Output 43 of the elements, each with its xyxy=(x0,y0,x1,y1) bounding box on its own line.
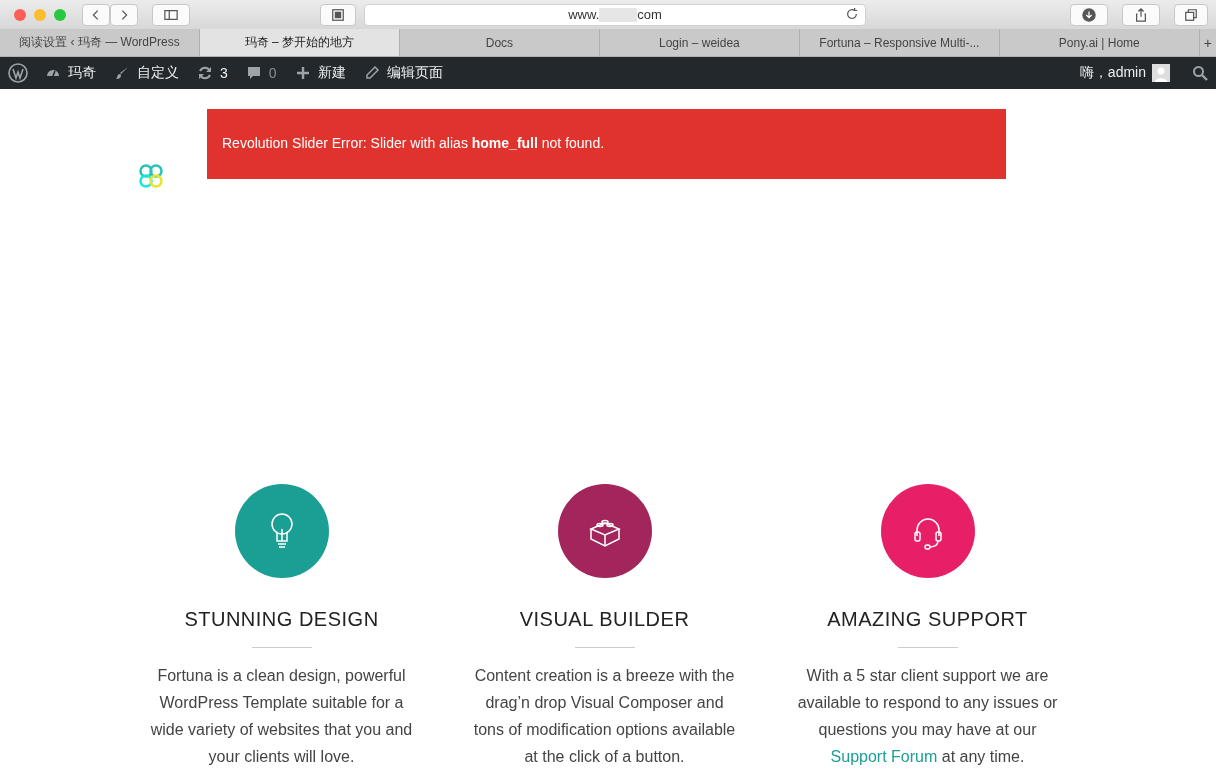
square-icon[interactable] xyxy=(331,7,345,22)
download-icon[interactable] xyxy=(1082,7,1096,22)
greeting-link[interactable]: 嗨，admin xyxy=(1079,64,1146,82)
feature-title: STUNNING DESIGN xyxy=(184,608,379,631)
search-icon[interactable] xyxy=(1192,65,1208,81)
feature-description: With a 5 star client support we are available to respond to any issues or questions you may have at our Support Forum at any time. xyxy=(796,666,1059,767)
sidebar-button[interactable] xyxy=(152,3,190,26)
share-icon[interactable] xyxy=(1134,7,1148,22)
sidebar-icon[interactable] xyxy=(163,7,179,22)
admin-bar-link[interactable]: 新建 xyxy=(317,64,346,82)
admin-bar-link[interactable]: 自定义 xyxy=(137,64,179,82)
reload-icon[interactable] xyxy=(845,6,859,21)
address-field[interactable]: www. com xyxy=(364,3,866,26)
browser-tab[interactable]: Docs xyxy=(399,29,600,56)
feature-description: Content creation is a breeze with the drag’n drop Visual Composer and tons of modification options available at the click of a button. xyxy=(472,666,737,767)
admin-bar-link[interactable]: 玛奇 xyxy=(68,64,96,82)
comment-icon[interactable] xyxy=(245,65,262,81)
pencil-icon[interactable] xyxy=(363,65,380,81)
back-button[interactable] xyxy=(82,3,110,26)
browser-tab[interactable]: 阅读设置 ‹ 玛奇 — WordPress xyxy=(0,29,200,56)
tabs-overview-button[interactable] xyxy=(1174,3,1208,26)
admin-bar-link[interactable]: 0 xyxy=(268,65,277,81)
new-tab-button[interactable]: + xyxy=(1199,29,1216,56)
browser-tab[interactable]: Login – weidea xyxy=(599,29,800,56)
download-button[interactable] xyxy=(1070,3,1108,26)
brush-icon[interactable] xyxy=(114,65,130,81)
forward-button[interactable] xyxy=(110,3,138,26)
wordpress-logo-icon[interactable] xyxy=(8,63,28,83)
browser-tab[interactable]: Fortuna – Responsive Multi-... xyxy=(799,29,1000,56)
logo-icon xyxy=(137,162,165,190)
admin-bar-link[interactable]: 3 xyxy=(220,65,228,81)
refresh-icon[interactable] xyxy=(197,65,213,81)
feature-description: Fortuna is a clean design, powerful WordPress Template suitable for a wide variety of websites that you and your clients will love. xyxy=(149,666,414,767)
admin-bar-link[interactable]: 编辑页面 xyxy=(386,64,443,82)
plus-icon[interactable] xyxy=(294,65,311,81)
feature-title: AMAZING SUPPORT xyxy=(827,608,1028,631)
error-message: Revolution Slider Error: Slider with alias home_full not found. xyxy=(222,135,605,151)
browser-tab[interactable]: Pony.ai | Home xyxy=(999,29,1200,56)
browser-tab[interactable]: 玛奇 – 梦开始的地方 xyxy=(199,29,400,56)
tabs-icon[interactable] xyxy=(1184,7,1198,22)
feature-title: VISUAL BUILDER xyxy=(519,608,690,631)
reader-button[interactable] xyxy=(320,3,356,26)
share-button[interactable] xyxy=(1122,3,1160,26)
